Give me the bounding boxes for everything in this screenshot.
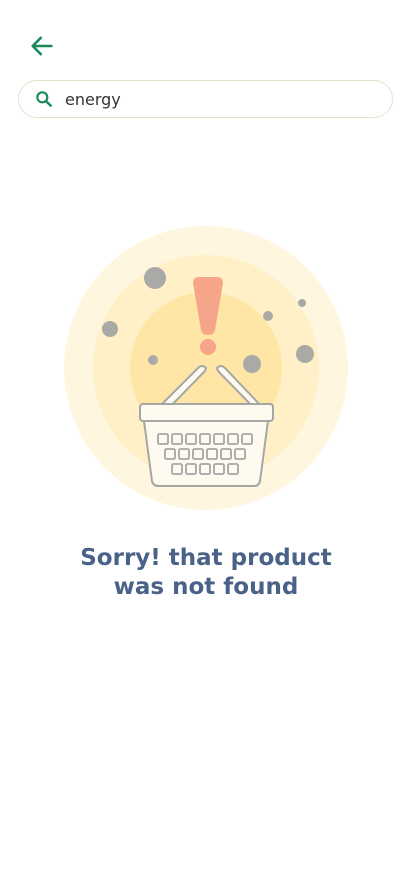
back-button[interactable]	[24, 28, 60, 64]
basket-alert-icon	[64, 226, 348, 510]
not-found-message-line2: was not found	[113, 574, 299, 600]
arrow-left-icon	[31, 36, 53, 56]
not-found-message-line1: Sorry! that product	[80, 545, 332, 571]
product-not-found-illustration	[62, 224, 350, 512]
search-bar[interactable]	[18, 80, 393, 118]
not-found-message: Sorry! that product was not found	[0, 544, 412, 602]
search-input[interactable]	[65, 89, 365, 109]
search-icon	[33, 88, 55, 110]
